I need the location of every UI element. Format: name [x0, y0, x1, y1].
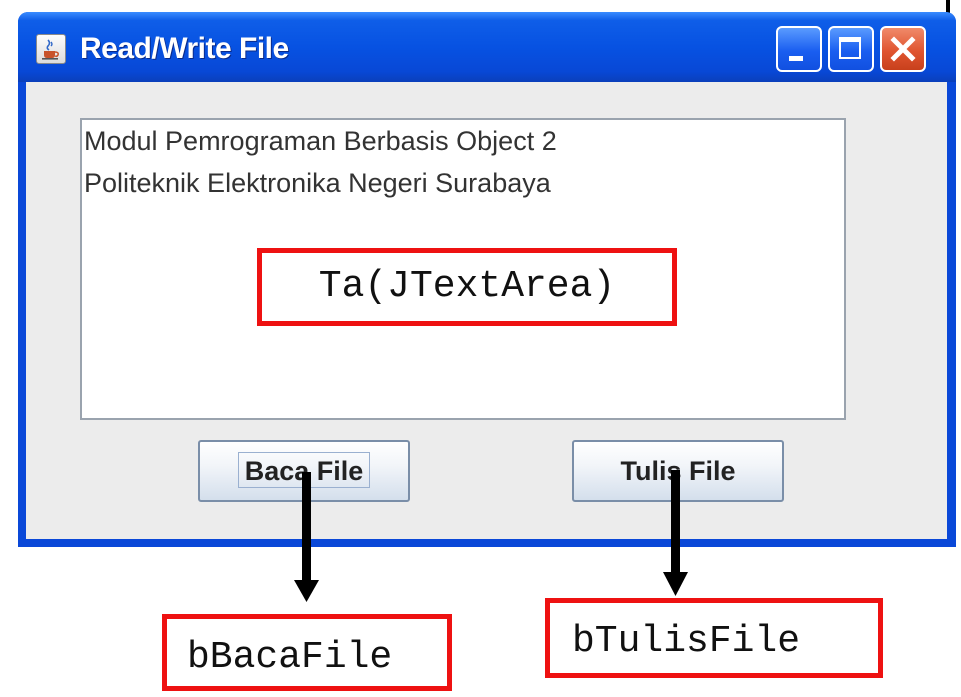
baca-arrow — [294, 472, 319, 602]
baca-annotation: bBacaFile — [162, 614, 452, 691]
annotation-arrows — [294, 470, 688, 602]
tulis-arrow — [663, 470, 688, 596]
tulis-annotation: bTulisFile — [545, 598, 883, 678]
